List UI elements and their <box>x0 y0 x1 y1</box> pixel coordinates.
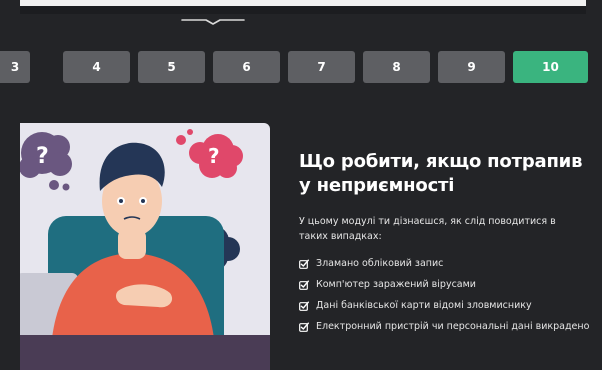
module-description: Що робити, якщо потрапив у неприємності … <box>299 150 599 337</box>
module-illustration: ? ? ? <box>20 123 270 370</box>
page-button-10[interactable]: 10 <box>513 51 588 83</box>
page-button-label: 3 <box>10 60 20 74</box>
checkbox-checked-icon <box>299 280 309 290</box>
page-button-label: 9 <box>467 60 476 74</box>
page-button-9[interactable]: 9 <box>438 51 505 83</box>
checklist-item-label: Дані банківської карти відомі зловмисник… <box>316 300 532 311</box>
checklist-item-label: Комп'ютер заражений вірусами <box>316 279 476 290</box>
module-title: Що робити, якщо потрапив у неприємності <box>299 150 599 198</box>
chevron-down-icon <box>181 19 245 25</box>
checklist-item: Зламано обліковий запис <box>299 253 599 274</box>
module-intro: У цьому модулі ти дізнаєшся, як слід пов… <box>299 216 556 242</box>
page-button-label: 4 <box>92 60 101 74</box>
top-panel-shadow <box>20 6 586 14</box>
thought-bubble-question-pink: ? <box>176 129 243 178</box>
page-button-4[interactable]: 4 <box>63 51 130 83</box>
checkbox-checked-icon <box>299 301 309 311</box>
svg-text:?: ? <box>36 144 49 169</box>
module-pager: 3 4 5 6 7 8 9 10 <box>0 51 602 83</box>
checklist-item: Дані банківської карти відомі зловмисник… <box>299 295 599 316</box>
checklist-item: Електронний пристрій чи персональні дані… <box>299 316 599 337</box>
checkbox-checked-icon <box>299 322 309 332</box>
checklist-item-label: Електронний пристрій чи персональні дані… <box>316 321 590 332</box>
thought-bubble-question-purple: ? <box>20 132 72 191</box>
module-title-line: у неприємності <box>299 175 455 196</box>
page-button-label: 6 <box>242 60 251 74</box>
page-button-8[interactable]: 8 <box>363 51 430 83</box>
topic-checklist: Зламано обліковий запис Комп'ютер зараже… <box>299 253 599 337</box>
page-button-3[interactable]: 3 <box>0 51 30 83</box>
checklist-item-label: Зламано обліковий запис <box>316 258 444 269</box>
page-button-label: 7 <box>317 60 326 74</box>
checkbox-checked-icon <box>299 259 309 269</box>
module-title-line: Що робити, якщо потрапив <box>299 151 583 172</box>
page-button-5[interactable]: 5 <box>138 51 205 83</box>
page-button-label: 10 <box>542 60 559 74</box>
page-button-6[interactable]: 6 <box>213 51 280 83</box>
page-button-label: 8 <box>392 60 401 74</box>
collapse-toggle[interactable] <box>180 14 246 28</box>
checklist-item: Комп'ютер заражений вірусами <box>299 274 599 295</box>
page-button-7[interactable]: 7 <box>288 51 355 83</box>
desk <box>20 335 270 370</box>
page-button-label: 5 <box>167 60 176 74</box>
person-head <box>99 142 165 237</box>
svg-text:?: ? <box>208 144 220 168</box>
